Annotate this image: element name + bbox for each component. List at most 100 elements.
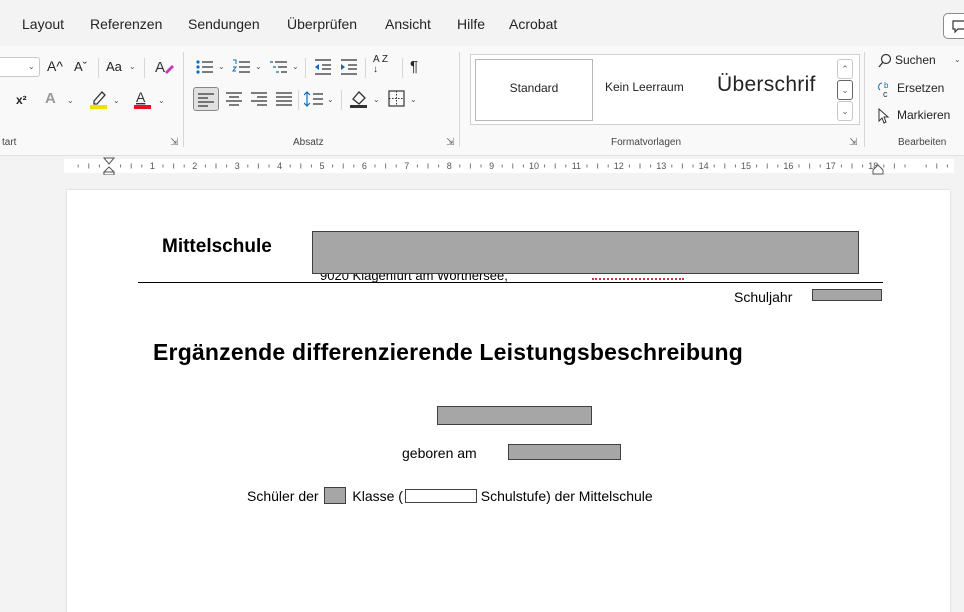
redaction-block [508,444,621,460]
tab-hilfe[interactable]: Hilfe [457,16,485,32]
spelling-underline [592,278,684,280]
font-size-dropdown[interactable]: ⌄ [0,57,40,77]
tab-referenzen[interactable]: Referenzen [90,16,162,32]
bullet-list-icon[interactable] [195,58,215,76]
ruler-number: 3 [235,161,240,171]
document-page[interactable]: 9020 Klagenfurt am Wörthersee, Mittelsch… [67,190,950,612]
ruler-number: 16 [783,161,793,171]
search-label: Suchen [895,53,936,67]
chevron-down-icon: ⌄ [292,62,299,71]
ruler-number: 9 [489,161,494,171]
dialog-launcher-icon[interactable]: ⇲ [446,137,454,148]
redaction-block [324,487,347,504]
tab-acrobat[interactable]: Acrobat [509,16,557,32]
shrink-font-button[interactable]: Aˇ [74,59,87,74]
redaction-block [437,406,592,425]
chevron-down-icon: ⌄ [28,62,35,71]
numbered-list-icon[interactable] [232,58,252,76]
level-word: Schulstufe) der Mittelschule [480,488,653,504]
redaction-block [404,489,477,503]
born-label: geboren am [402,445,477,461]
pupil-prefix: Schüler der [247,488,319,504]
header-rule [138,282,883,283]
tab-ansicht[interactable]: Ansicht [385,16,431,32]
styles-scroll-down[interactable]: ⌄ [837,80,853,100]
align-center-icon[interactable] [226,91,242,106]
indent-marker-icon[interactable] [103,157,115,175]
borders-icon[interactable] [388,90,406,108]
document-heading: Ergänzende differenzierende Leistungsbes… [153,339,744,365]
styles-group-label: Formatvorlagen [611,137,682,148]
ruler-number: 17 [826,161,836,171]
right-indent-marker-icon[interactable] [872,164,884,175]
redaction-block [312,231,859,274]
chevron-down-icon: ⌄ [410,95,417,104]
grow-font-button[interactable]: A^ [47,58,63,74]
svg-text:A: A [155,59,165,76]
multilevel-list-icon[interactable] [269,58,289,76]
highlighter-icon[interactable] [88,88,110,110]
tab-ueberpruefen[interactable]: Überprüfen [287,16,357,32]
class-word: Klasse ( [352,488,403,504]
paragraph-group-label: Absatz [293,137,324,148]
ruler-number: 4 [277,161,282,171]
select-label: Markieren [897,108,951,122]
ruler-number: 10 [529,161,539,171]
styles-scroll: ⌃ ⌄ ⌄ [835,55,857,124]
change-case-button[interactable]: Aa [106,59,122,74]
align-left-icon [198,93,214,107]
search-button[interactable]: Suchen ⌄ [877,52,964,72]
comments-button[interactable] [943,13,964,39]
ruler-number: 8 [447,161,452,171]
word-window: Layout Referenzen Sendungen Überprüfen A… [0,0,964,612]
style-ueberschrift[interactable]: Überschrif [717,73,816,97]
replace-label: Ersetzen [897,81,945,95]
tab-sendungen[interactable]: Sendungen [188,16,260,32]
pupil-line: Schüler der Klasse ( Schulstufe) der Mit… [247,487,653,504]
tab-layout[interactable]: Layout [22,16,64,32]
search-icon [878,53,892,68]
align-left-button[interactable] [193,87,219,111]
ruler-number: 6 [362,161,367,171]
style-standard[interactable]: Standard [475,59,593,121]
text-effects-button[interactable]: A [45,90,56,107]
redaction-block [812,289,882,301]
align-right-icon[interactable] [251,91,267,106]
chevron-down-icon: ⌄ [327,95,334,104]
superscript-button[interactable]: x² [16,93,27,107]
ruler-number: 5 [319,161,324,171]
ruler-number: 7 [404,161,409,171]
replace-button[interactable]: bc Ersetzen [877,79,964,99]
ruler-number: 15 [741,161,751,171]
svg-text:c: c [883,89,888,98]
chevron-down-icon: ⌄ [67,96,74,105]
styles-gallery: Standard Kein Leerraum Überschrif ⌃ ⌄ ⌄ [470,54,860,125]
font-color-icon[interactable]: A [132,88,154,110]
ruler-number: 12 [614,161,624,171]
decrease-indent-icon[interactable] [313,58,333,76]
ribbon: ⌄ A^ Aˇ Aa ⌄ A x² A ⌄ ⌄ A ⌄ tart ⇲ ⌄ ⌄ ⌄… [0,46,964,156]
dialog-launcher-icon[interactable]: ⇲ [849,137,857,148]
styles-more[interactable]: ⌄ [837,101,853,121]
horizontal-ruler[interactable]: 1 2 3 4 5 6 7 8 9 10 11 12 13 14 15 16 17 18 [0,156,964,176]
increase-indent-icon[interactable] [339,58,359,76]
style-kein-leerraum[interactable]: Kein Leerraum [605,80,684,94]
chevron-down-icon: ⌄ [373,95,380,104]
styles-scroll-up[interactable]: ⌃ [837,59,853,79]
ruler-number: 13 [656,161,666,171]
pilcrow-icon[interactable]: ¶ [410,58,418,75]
shading-icon[interactable] [348,88,370,110]
chevron-down-icon: ⌄ [158,96,165,105]
chevron-down-icon: ⌄ [129,62,136,71]
chevron-down-icon: ⌄ [113,96,120,105]
menu-bar: Layout Referenzen Sendungen Überprüfen A… [0,0,964,46]
style-standard-label: Standard [509,81,559,95]
justify-icon[interactable] [276,91,292,106]
line-spacing-icon[interactable] [304,90,324,108]
clear-formatting-icon[interactable]: A [154,57,174,77]
ruler-number: 2 [192,161,197,171]
dialog-launcher-icon[interactable]: ⇲ [170,137,178,148]
sort-icon[interactable]: A Z ↓ [373,55,393,75]
select-button[interactable]: Markieren [877,106,964,126]
editing-group-label: Bearbeiten [898,137,947,148]
